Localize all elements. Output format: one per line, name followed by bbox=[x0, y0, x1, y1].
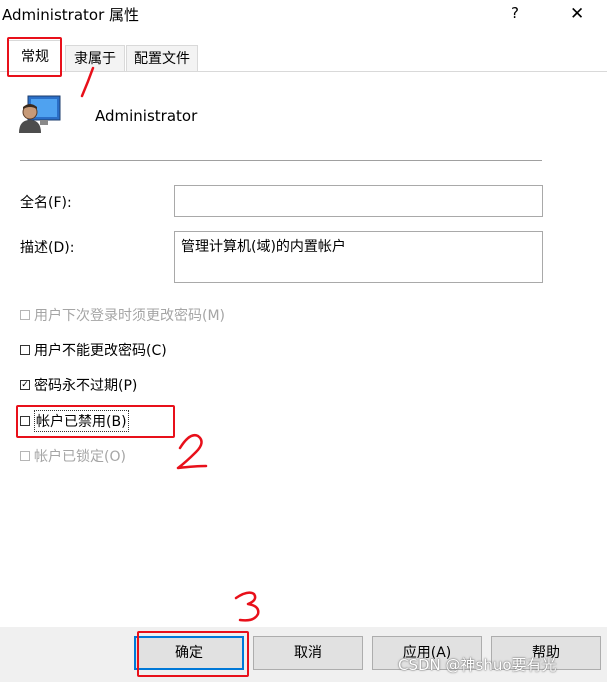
annotation-mark-1 bbox=[80, 66, 95, 98]
annotation-mark-3 bbox=[234, 591, 260, 622]
watermark: CSDN @神shuo要有光 bbox=[398, 656, 557, 674]
annotation-marks bbox=[80, 66, 260, 622]
annotation-mark-2 bbox=[176, 434, 208, 470]
